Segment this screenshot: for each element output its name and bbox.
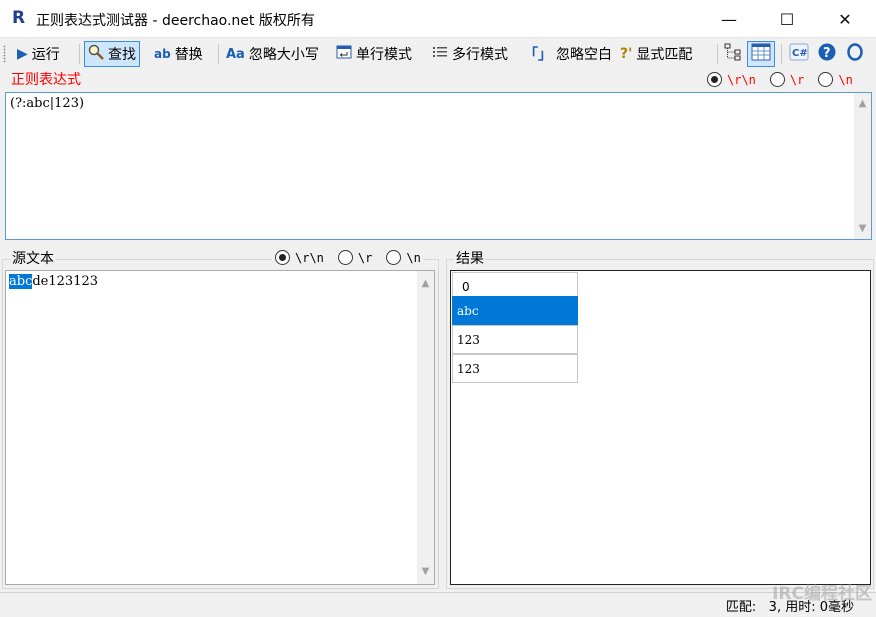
question-quote-icon: ?' — [620, 46, 633, 62]
regex-label: 正则表达式 — [11, 72, 81, 88]
source-label: 源文本 — [10, 248, 56, 268]
source-input[interactable]: abcde123123 ▲ ▼ — [5, 270, 435, 585]
source-text: abcde123123 — [9, 274, 98, 289]
toolbar-grip[interactable] — [3, 45, 6, 63]
source-newline-options: \r\n \r \n — [272, 250, 424, 265]
ignore-whitespace-button[interactable]: 「」 忽略空白 — [521, 41, 615, 67]
ignore-whitespace-label: 忽略空白 — [556, 47, 612, 63]
csharp-code-button[interactable]: C# — [786, 41, 812, 67]
maximize-button[interactable]: ☐ — [758, 0, 816, 38]
csharp-icon: C# — [789, 43, 809, 65]
run-button[interactable]: ▶ 运行 — [14, 41, 63, 67]
regex-radio-cr-label: \r — [789, 72, 805, 87]
case-icon: Aa — [226, 46, 245, 62]
regex-radio-crlf[interactable] — [707, 72, 722, 87]
play-icon: ▶ — [17, 46, 28, 62]
magnifier-icon — [88, 44, 104, 64]
app-icon: R — [12, 8, 26, 28]
regex-text: (?:abc|123) — [10, 96, 85, 111]
find-button[interactable]: 查找 — [84, 41, 140, 67]
results-grid[interactable]: 0 abc 123 123 — [450, 270, 871, 585]
source-radio-cr-label: \r — [357, 250, 373, 265]
source-radio-cr[interactable] — [337, 250, 353, 265]
source-radio-lf-label: \n — [406, 250, 421, 265]
svg-text:?: ? — [823, 46, 831, 61]
regex-radio-lf[interactable] — [818, 72, 834, 87]
source-radio-lf[interactable] — [386, 250, 402, 265]
source-radio-crlf[interactable] — [275, 250, 290, 265]
minimize-button[interactable]: — — [700, 0, 758, 38]
ignore-case-button[interactable]: Aa 忽略大小写 — [223, 41, 322, 67]
replace-label: 替换 — [174, 47, 203, 63]
scroll-down-icon[interactable]: ▼ — [854, 220, 871, 237]
multi-line-label: 多行模式 — [452, 47, 508, 63]
svg-text:C#: C# — [792, 48, 808, 59]
about-button[interactable] — [842, 41, 868, 67]
run-label: 运行 — [31, 47, 60, 63]
multi-line-button[interactable]: 多行模式 — [429, 41, 511, 67]
toolbar: ▶ 运行 查找 ab 替换 Aa 忽略大小写 单行模式 多行模式 「」 忽略空白… — [0, 39, 876, 69]
ring-icon — [845, 42, 865, 66]
regex-radio-cr[interactable] — [769, 72, 785, 87]
bracket-icon: 「」 — [524, 47, 552, 63]
source-radio-crlf-label: \r\n — [295, 250, 324, 265]
scroll-up-icon[interactable]: ▲ — [854, 95, 871, 112]
table-view-button[interactable] — [747, 41, 775, 67]
ignore-case-label: 忽略大小写 — [248, 47, 319, 63]
replace-button[interactable]: ab 替换 — [151, 41, 206, 67]
explicit-capture-label: 显式匹配 — [636, 47, 693, 63]
regex-newline-options: \r\n \r \n — [707, 72, 853, 87]
close-button[interactable]: ✕ — [816, 0, 874, 38]
source-match-highlight: abc — [9, 274, 33, 289]
help-icon: ? — [817, 42, 837, 66]
result-row[interactable]: 123 — [452, 325, 578, 354]
tree-icon — [724, 43, 744, 65]
scroll-down-icon[interactable]: ▼ — [417, 563, 434, 580]
title-bar: R 正则表达式测试器 - deerchao.net 版权所有 — ☐ ✕ — [0, 0, 876, 38]
single-line-button[interactable]: 单行模式 — [333, 41, 415, 67]
regex-input[interactable]: (?:abc|123) ▲ ▼ — [5, 92, 872, 240]
status-bar: 匹配: 3, 用时: 0毫秒 — [0, 592, 876, 617]
table-icon — [751, 43, 771, 65]
replace-icon: ab — [154, 47, 171, 61]
results-label: 结果 — [454, 248, 486, 268]
watermark-text: IRC编程社区 — [772, 584, 872, 604]
tree-view-button[interactable] — [721, 41, 747, 67]
regex-radio-lf-label: \n — [838, 72, 853, 87]
help-button[interactable]: ? — [814, 41, 840, 67]
explicit-capture-button[interactable]: ?' 显式匹配 — [617, 41, 695, 67]
regex-scrollbar[interactable]: ▲ ▼ — [854, 93, 871, 239]
result-row-selected[interactable]: abc — [452, 296, 578, 325]
window-title: 正则表达式测试器 - deerchao.net 版权所有 — [36, 13, 315, 29]
single-line-label: 单行模式 — [356, 47, 412, 63]
scroll-up-icon[interactable]: ▲ — [417, 275, 434, 292]
source-scrollbar[interactable]: ▲ ▼ — [417, 271, 434, 584]
regex-radio-crlf-label: \r\n — [727, 72, 756, 87]
multi-line-icon — [432, 44, 448, 64]
single-line-icon — [336, 44, 352, 64]
result-row[interactable]: 123 — [452, 354, 578, 383]
find-label: 查找 — [108, 47, 136, 63]
source-text-rest: de123123 — [32, 274, 99, 289]
